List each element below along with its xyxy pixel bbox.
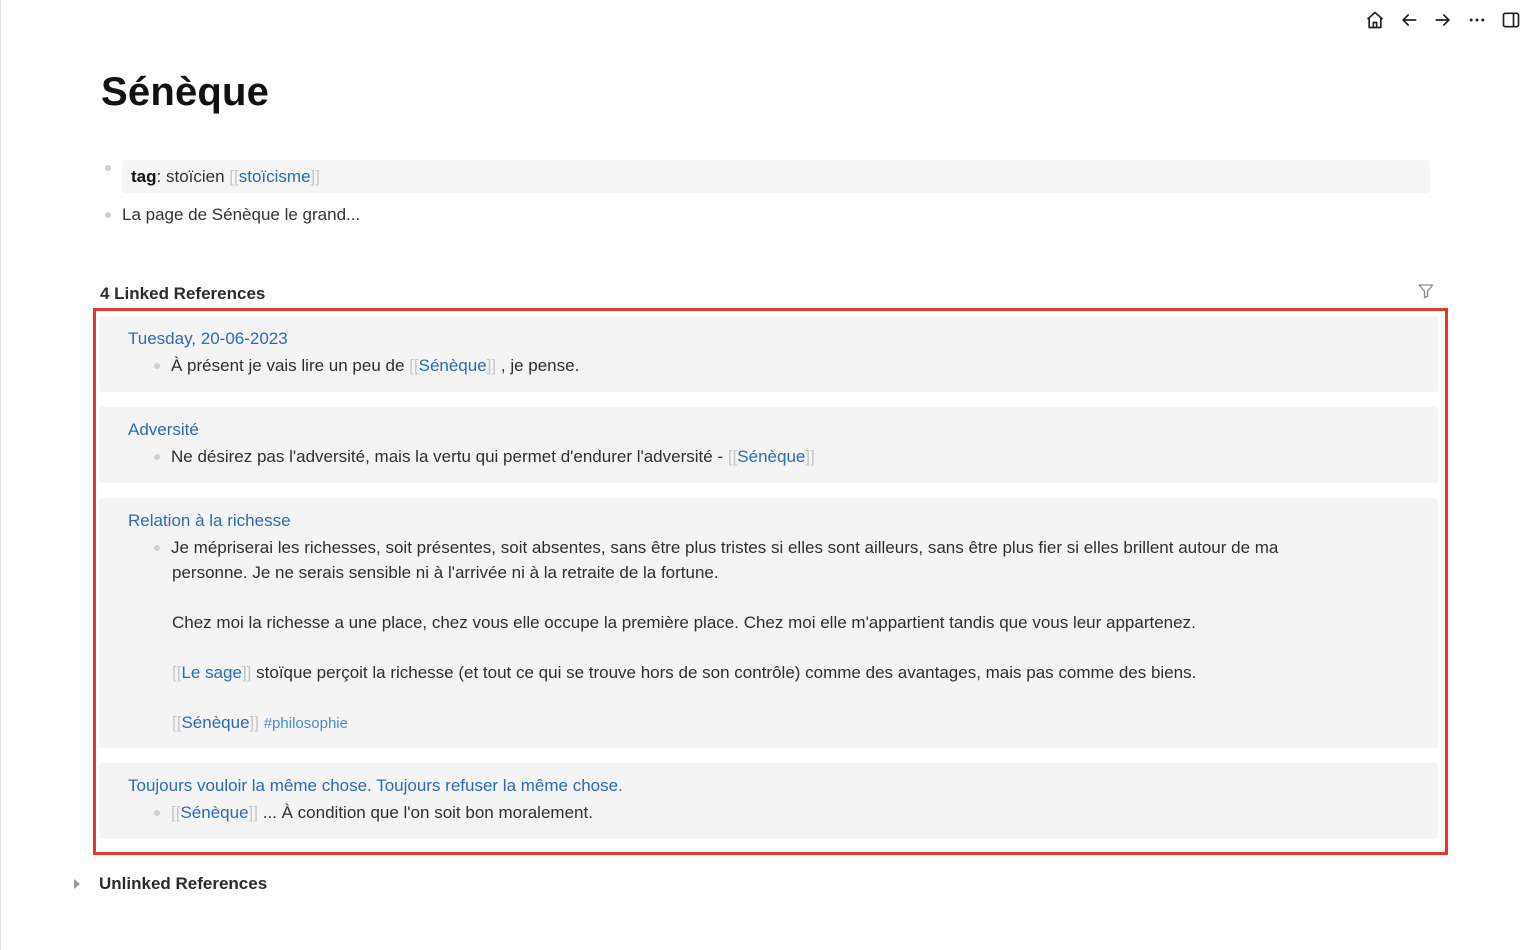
forward-button[interactable] (1430, 9, 1456, 31)
property-bullet[interactable] (105, 165, 111, 171)
toggle-sidebar-button[interactable] (1498, 9, 1524, 31)
page-title: Sénèque (101, 70, 270, 114)
unlinked-references-header: Unlinked References (99, 874, 268, 893)
filter-icon[interactable] (1417, 282, 1435, 300)
home-button[interactable] (1362, 9, 1388, 31)
property-key: tag (131, 166, 157, 186)
block-bullet[interactable] (105, 212, 111, 218)
arrow-left-icon (1402, 14, 1417, 26)
highlight-annotation-box (93, 308, 1448, 855)
link-bracket-open: [[ (229, 166, 239, 186)
linked-references-header: 4 Linked References (100, 284, 266, 303)
caret-right-icon (74, 879, 80, 889)
link-bracket-close: ]] (310, 166, 320, 186)
more-icon (1469, 18, 1485, 22)
arrow-right-icon (1435, 14, 1450, 26)
more-button[interactable] (1464, 9, 1490, 31)
sidebar-toggle-icon (1502, 12, 1520, 28)
description-text: La page de Sénèque le grand... (122, 205, 361, 224)
back-button[interactable] (1396, 9, 1422, 31)
home-icon (1366, 11, 1384, 29)
description-block[interactable]: La page de Sénèque le grand... (105, 205, 360, 225)
page-link-stoicisme[interactable]: stoïcisme (239, 167, 311, 186)
property-colon: : (156, 166, 162, 186)
unlinked-references-toggle[interactable]: Unlinked References (74, 874, 267, 894)
top-toolbar (1362, 9, 1524, 31)
window-left-edge (0, 0, 1, 950)
property-value: stoïcien (165, 166, 225, 186)
property-block[interactable]: tag: stoïcien [[stoïcisme]] (122, 160, 1430, 193)
